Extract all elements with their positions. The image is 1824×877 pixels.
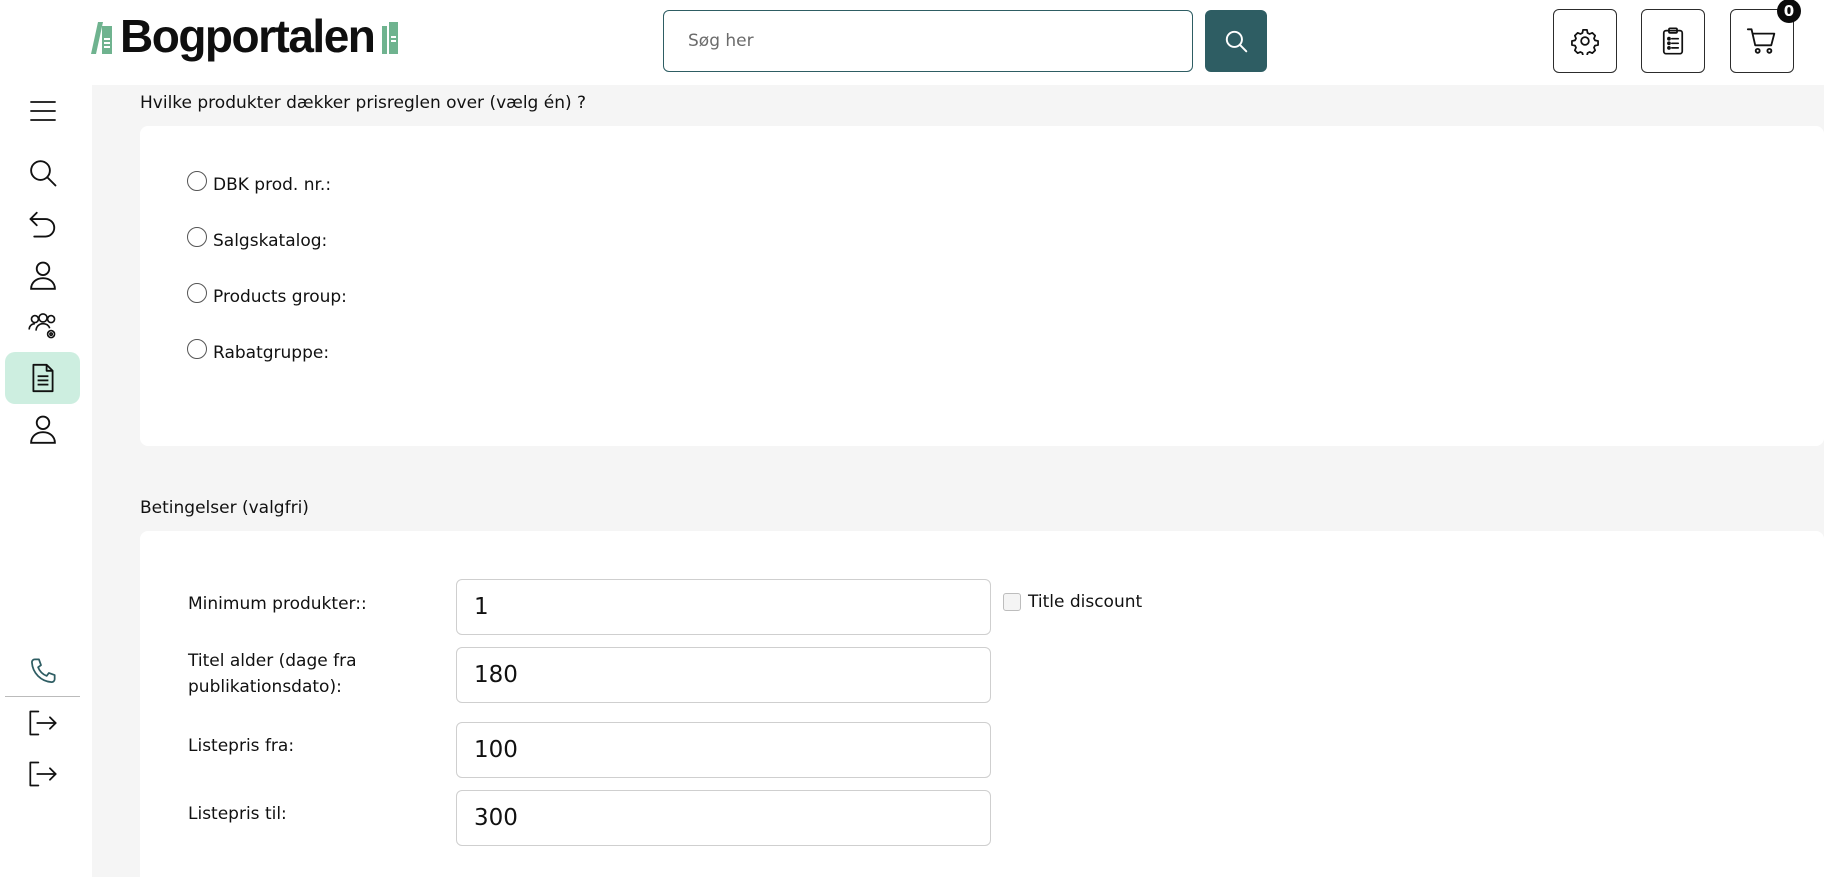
radio-button[interactable]: [187, 227, 207, 247]
minimum-products-input[interactable]: [456, 579, 991, 635]
products-section-title: Hvilke produkter dækker prisreglen over …: [140, 93, 587, 113]
products-card: [140, 126, 1824, 446]
sidebar-item-search[interactable]: [5, 147, 80, 199]
search-input[interactable]: [664, 11, 1192, 71]
title-age-label-line1: Titel alder (dage fra: [188, 651, 357, 671]
sidebar-item-logout-1[interactable]: [5, 697, 80, 749]
logo-books-icon: [88, 18, 114, 54]
hamburger-icon: [29, 101, 56, 121]
search-icon: [29, 160, 56, 187]
title-discount-checkbox-row[interactable]: Title discount: [1003, 592, 1142, 612]
radio-products-group[interactable]: Products group:: [187, 283, 347, 307]
radio-label: DBK prod. nr.:: [213, 175, 332, 195]
sidebar-item-users-settings[interactable]: [5, 300, 80, 352]
header: Bogportalen Søg her 0: [0, 0, 1824, 85]
search-button[interactable]: [1205, 10, 1267, 72]
radio-button[interactable]: [187, 171, 207, 191]
logout-icon: [28, 761, 57, 787]
list-price-from-label: Listepris fra:: [188, 736, 295, 756]
title-age-input[interactable]: [456, 647, 991, 703]
radio-salgskatalog[interactable]: Salgskatalog:: [187, 227, 328, 251]
list-price-from-input[interactable]: [456, 722, 991, 778]
radio-label: Rabatgruppe:: [213, 343, 330, 363]
title-discount-checkbox[interactable]: [1003, 593, 1021, 611]
sidebar-item-menu[interactable]: [5, 85, 80, 137]
radio-label: Salgskatalog:: [213, 231, 328, 251]
list-price-to-label: Listepris til:: [188, 804, 287, 824]
logo-book-icon: [382, 18, 399, 54]
document-icon: [32, 363, 53, 393]
user-icon: [29, 261, 56, 290]
user-icon: [29, 415, 56, 444]
undo-icon: [29, 211, 55, 238]
sidebar-item-profile[interactable]: [5, 403, 80, 455]
clipboard-list-icon: [1662, 27, 1684, 55]
gear-icon: [1571, 29, 1599, 55]
sidebar-item-documents[interactable]: [5, 352, 80, 404]
title-age-label-line2: publikationsdato):: [188, 677, 342, 697]
title-age-label: Titel alder (dage fra publikationsdato):: [188, 648, 357, 700]
cart-button[interactable]: 0: [1730, 0, 1801, 73]
sidebar: [0, 85, 92, 877]
clipboard-button[interactable]: [1641, 9, 1705, 73]
sidebar-item-phone[interactable]: [5, 645, 80, 697]
users-gear-icon: [27, 313, 55, 339]
sidebar-item-user[interactable]: [5, 249, 80, 301]
sidebar-item-back[interactable]: [5, 198, 80, 250]
list-price-to-input[interactable]: [456, 790, 991, 846]
radio-label: Products group:: [213, 287, 347, 307]
logout-icon: [28, 710, 57, 736]
search-icon: [1225, 30, 1248, 53]
radio-rabatgruppe[interactable]: Rabatgruppe:: [187, 339, 330, 363]
cart-count-badge: 0: [1777, 0, 1801, 23]
radio-button[interactable]: [187, 283, 207, 303]
conditions-section-title: Betingelser (valgfri): [140, 498, 309, 518]
settings-button[interactable]: [1553, 9, 1617, 73]
radio-button[interactable]: [187, 339, 207, 359]
radio-dbk-prod-nr[interactable]: DBK prod. nr.:: [187, 171, 332, 195]
sidebar-item-logout-2[interactable]: [5, 748, 80, 800]
main-content: Hvilke produkter dækker prisreglen over …: [92, 85, 1824, 877]
logo-text: Bogportalen: [120, 10, 376, 62]
title-discount-label: Title discount: [1028, 592, 1143, 612]
cart-icon: [1746, 28, 1776, 54]
search-box: [663, 10, 1193, 72]
phone-icon: [30, 658, 56, 683]
minimum-products-label: Minimum produkter::: [188, 594, 367, 614]
logo[interactable]: Bogportalen: [88, 10, 399, 62]
